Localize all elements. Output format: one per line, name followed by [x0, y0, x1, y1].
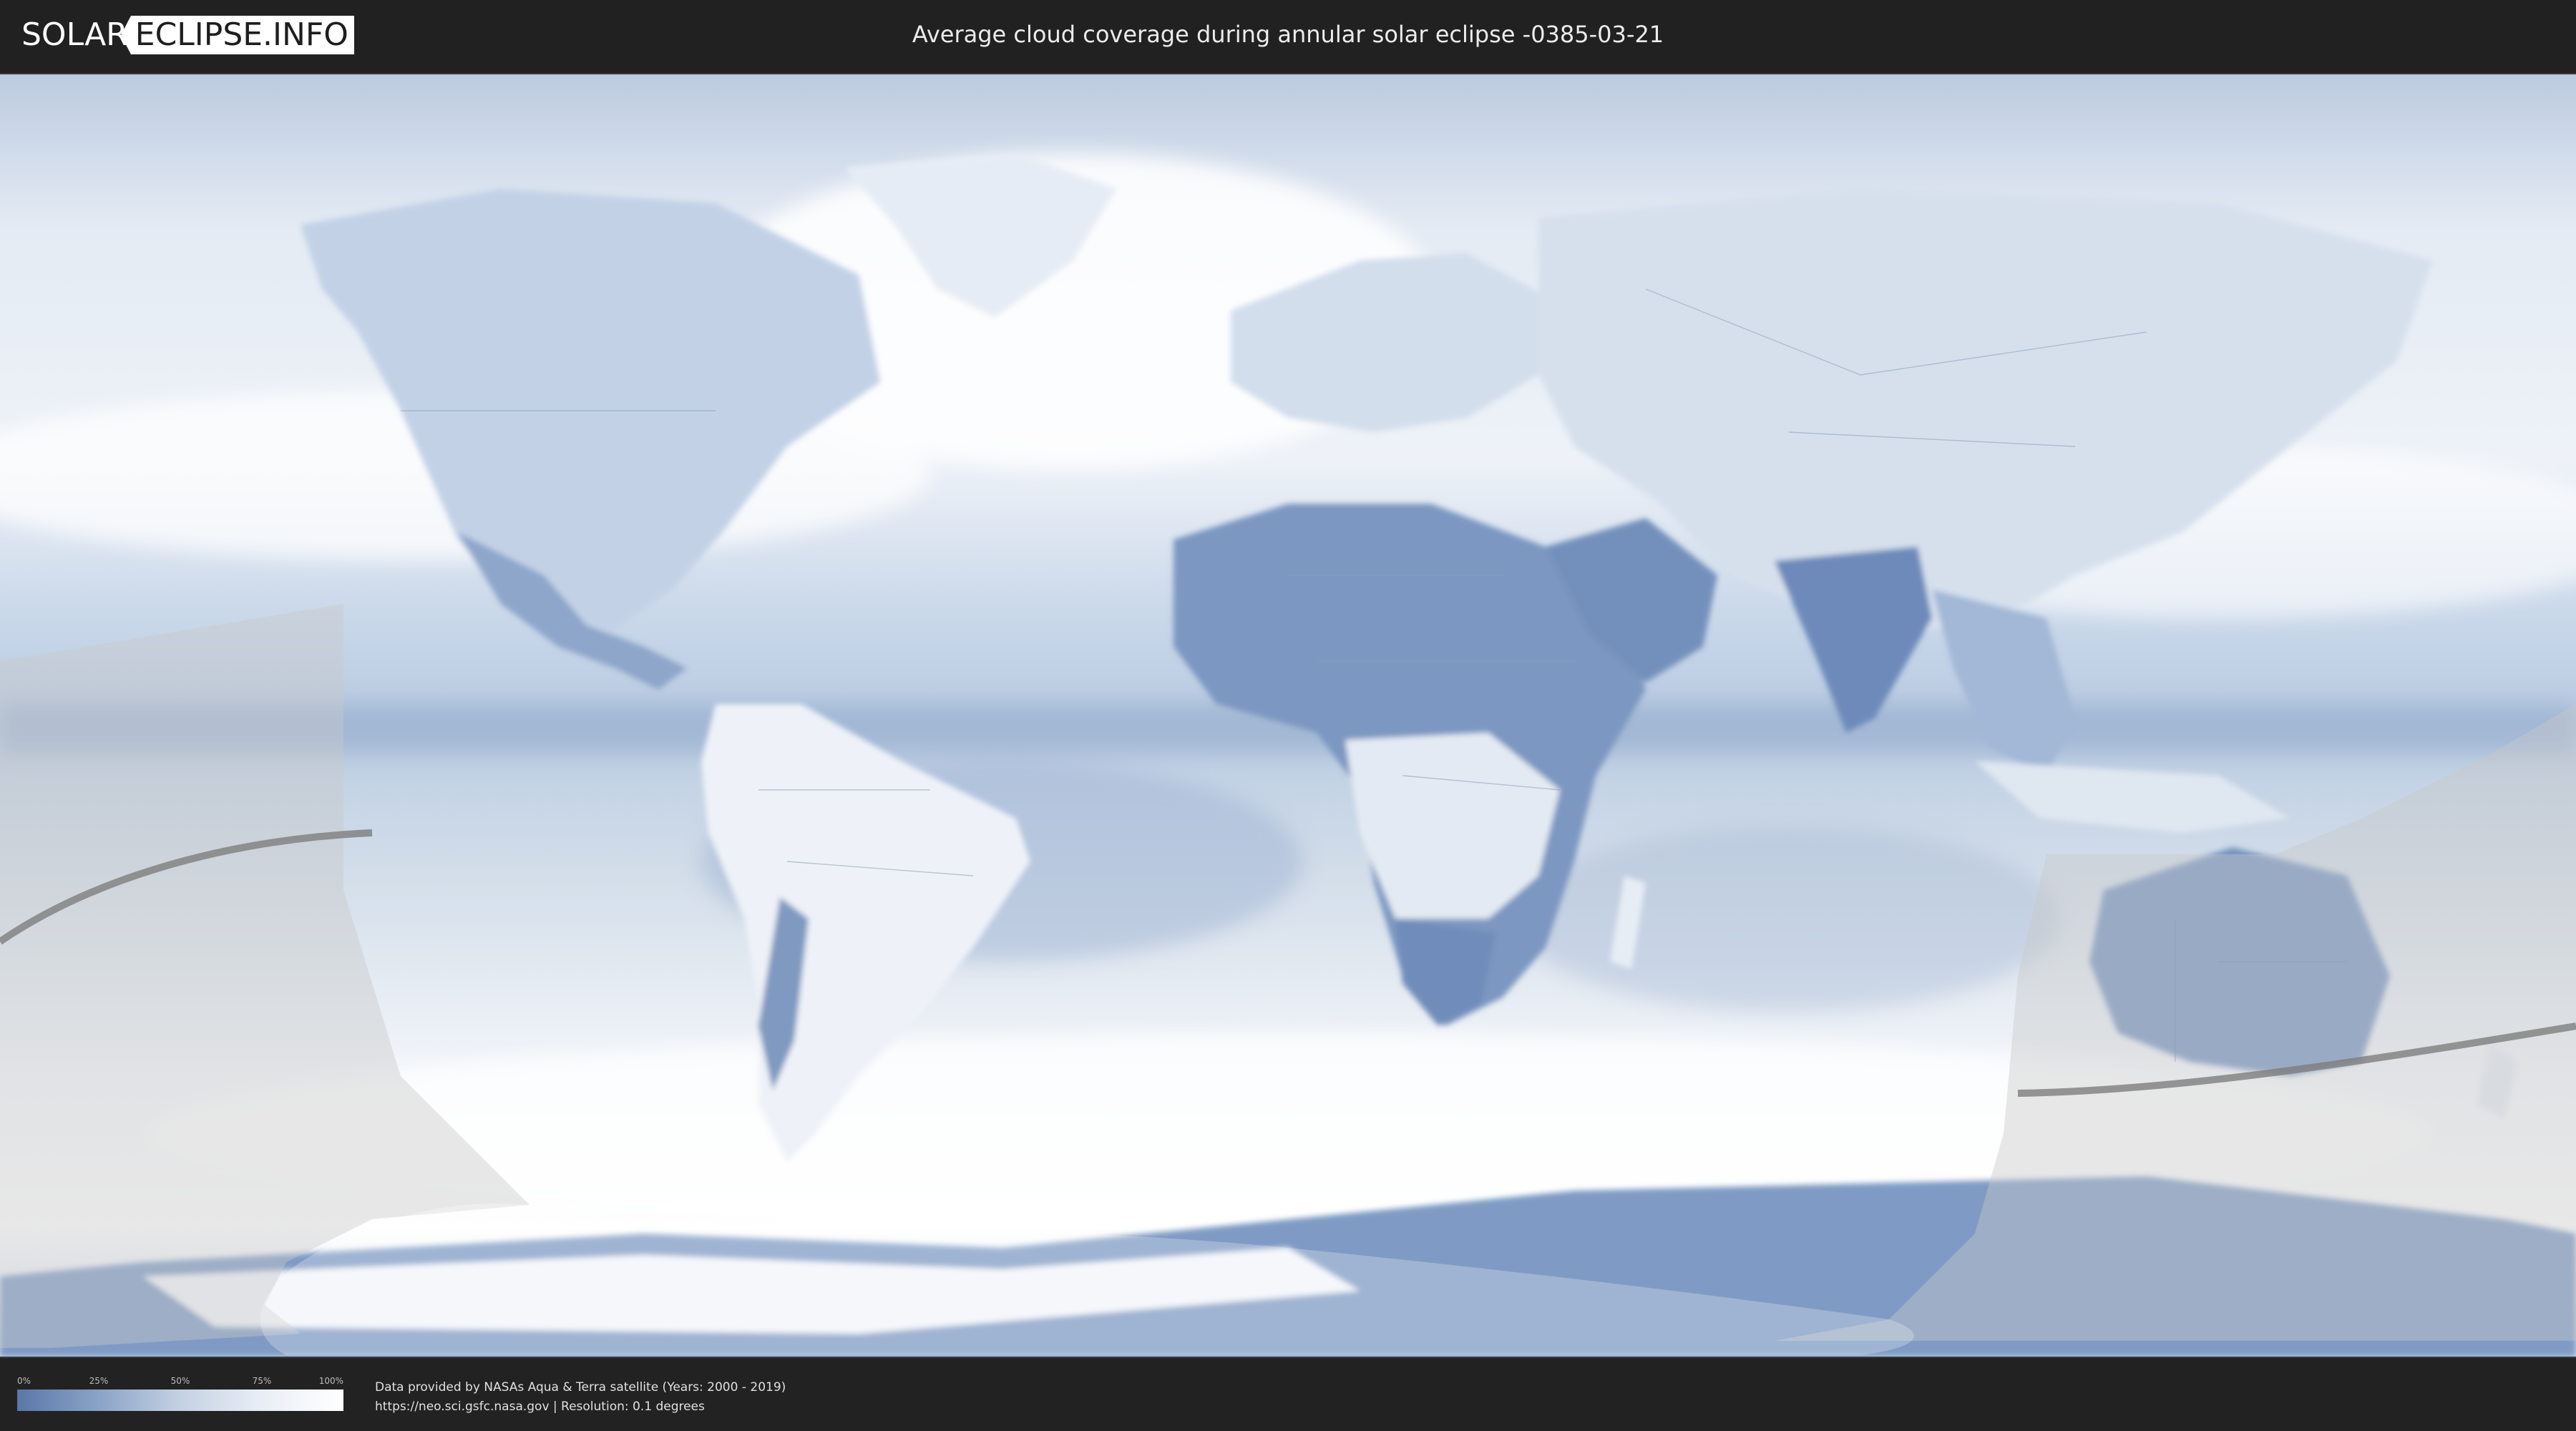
footer-bar: 0% 25% 50% 75% 100% Data provided by NAS… — [0, 1358, 2576, 1431]
legend-tick-50: 50% — [170, 1376, 190, 1386]
world-map-svg — [0, 74, 2576, 1357]
cloud-coverage-map — [0, 73, 2576, 1358]
cloud-coverage-legend: 0% 25% 50% 75% 100% — [17, 1375, 343, 1420]
legend-ticks: 0% 25% 50% 75% 100% — [17, 1375, 343, 1390]
page-frame: SOLAR ECLIPSE.INFO Average cloud coverag… — [0, 0, 2576, 1431]
page-title: Average cloud coverage during annular so… — [912, 21, 1664, 48]
data-credits: Data provided by NASAs Aqua & Terra sate… — [375, 1378, 786, 1417]
legend-tick-25: 25% — [89, 1376, 109, 1386]
legend-color-bar — [17, 1390, 343, 1411]
source-line[interactable]: https://neo.sci.gsfc.nasa.gov | Resoluti… — [375, 1397, 786, 1417]
legend-tick-75: 75% — [252, 1376, 272, 1386]
legend-tick-100: 100% — [318, 1376, 343, 1386]
legend-tick-0: 0% — [17, 1376, 31, 1386]
credit-line: Data provided by NASAs Aqua & Terra sate… — [375, 1380, 786, 1395]
header-bar: SOLAR ECLIPSE.INFO Average cloud coverag… — [0, 0, 2576, 72]
